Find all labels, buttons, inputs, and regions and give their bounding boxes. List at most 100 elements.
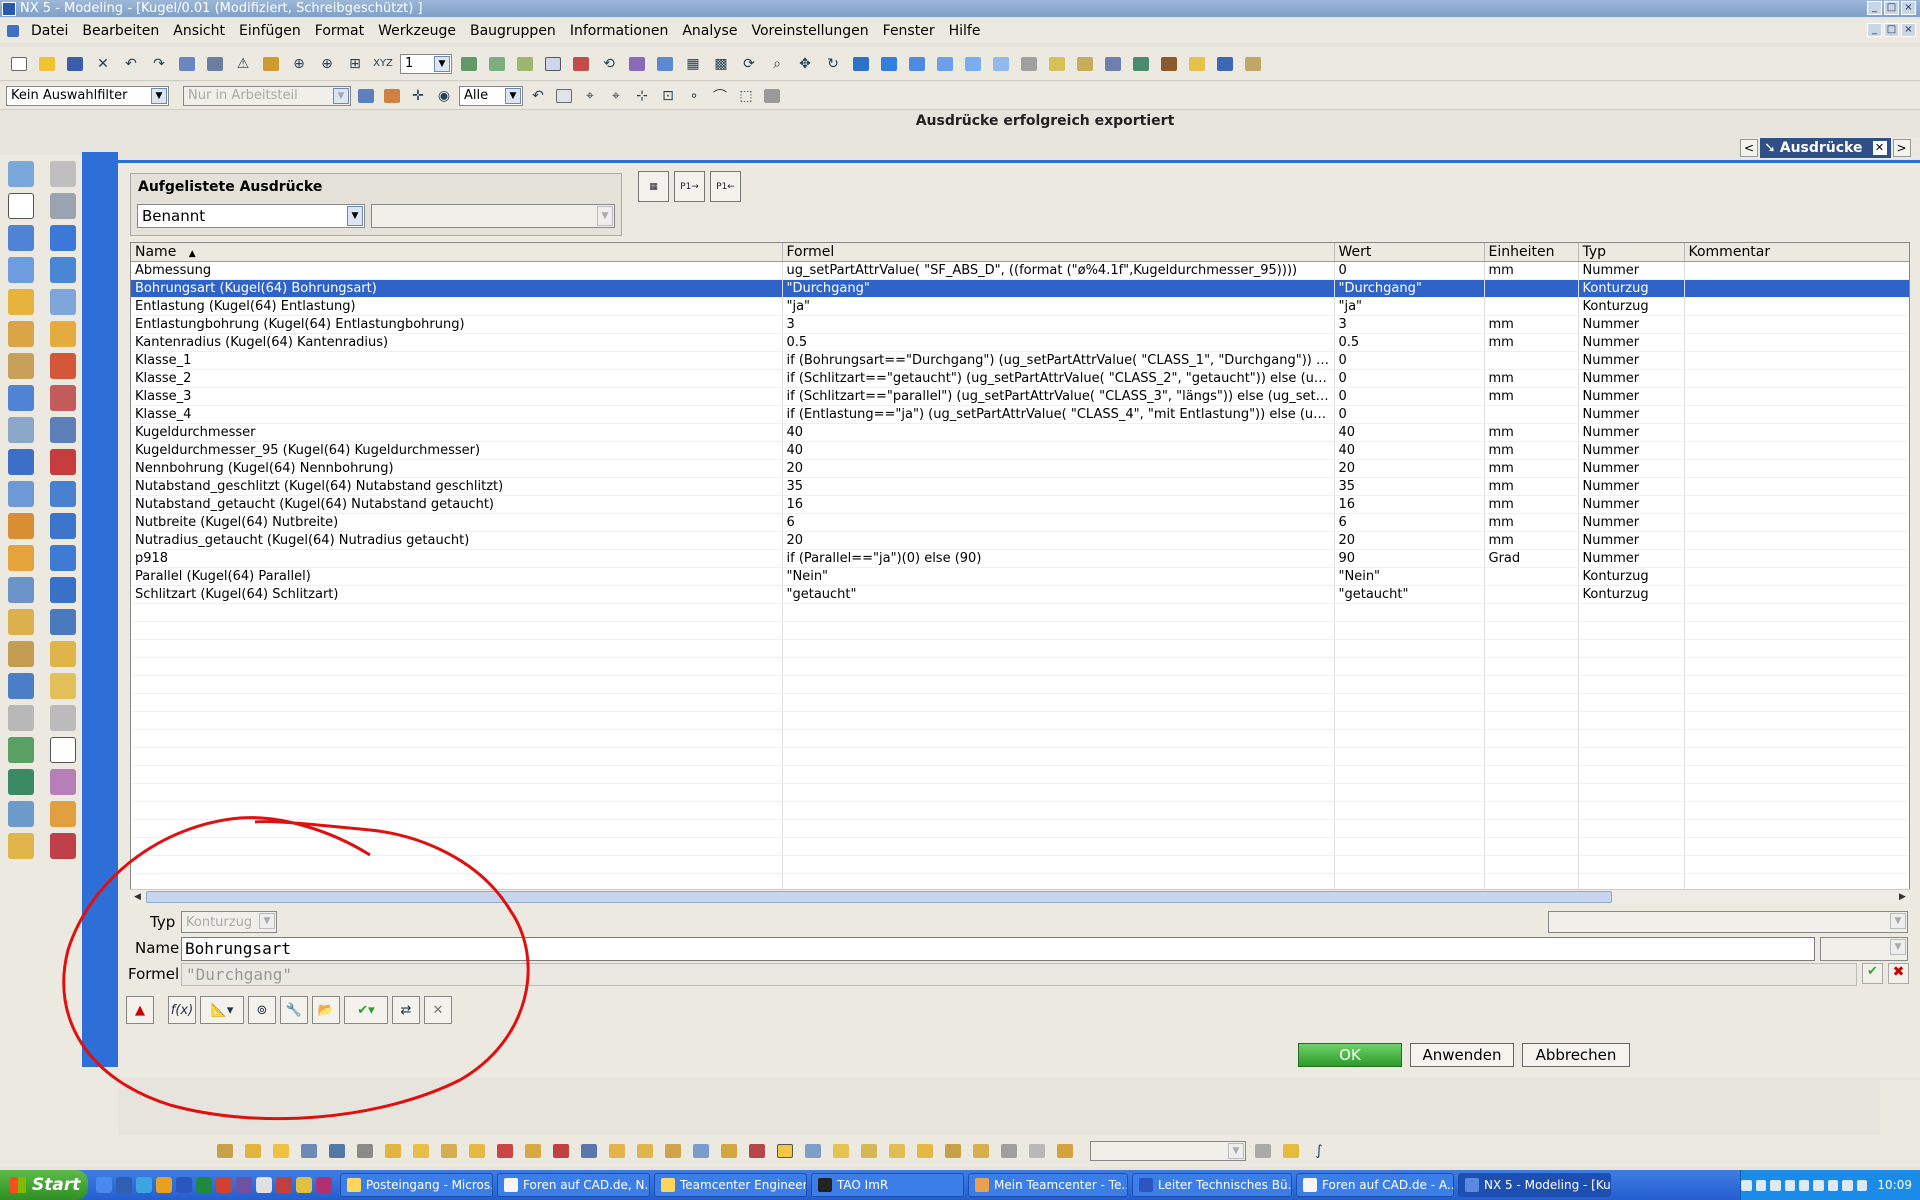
list-filter-select[interactable]: Benannt ▼ bbox=[137, 204, 365, 228]
trim-icon[interactable] bbox=[8, 609, 34, 635]
iso-view-icon[interactable] bbox=[962, 53, 984, 75]
tray-icon-9[interactable] bbox=[1856, 1179, 1868, 1191]
outlook-icon[interactable] bbox=[156, 1177, 172, 1193]
groove-icon[interactable] bbox=[8, 449, 34, 475]
hammer-icon[interactable] bbox=[1158, 53, 1180, 75]
menu-fenster[interactable]: Fenster bbox=[876, 23, 942, 39]
harness-icon[interactable] bbox=[942, 1140, 964, 1162]
scope-filter-select[interactable]: Nur in Arbeitsteil ▼ bbox=[183, 85, 351, 106]
measure-icon[interactable] bbox=[204, 53, 226, 75]
select-icon[interactable] bbox=[542, 53, 564, 75]
weld-icon[interactable] bbox=[1130, 53, 1152, 75]
snap-icon[interactable] bbox=[570, 53, 592, 75]
move-layer-icon[interactable] bbox=[514, 53, 536, 75]
cut-icon[interactable]: ✕ bbox=[92, 53, 114, 75]
shaded-icon[interactable] bbox=[850, 53, 872, 75]
sphere-icon[interactable] bbox=[50, 257, 76, 283]
orient-icon[interactable] bbox=[626, 53, 648, 75]
formula-field[interactable]: "Durchgang" bbox=[181, 963, 1857, 986]
expressions-tab[interactable]: ➘ Ausdrücke ✕ bbox=[1760, 138, 1891, 158]
assembly-load-icon[interactable] bbox=[214, 1140, 236, 1162]
spreadsheet-icon[interactable] bbox=[830, 1140, 852, 1162]
apply-button[interactable]: Anwenden bbox=[1410, 1043, 1514, 1067]
task-foren-cad-2[interactable]: Foren auf CAD.de - A... bbox=[1296, 1173, 1454, 1197]
wrench-icon[interactable]: 🔧 bbox=[280, 996, 308, 1024]
hidden-edges-icon[interactable] bbox=[906, 53, 928, 75]
sew-icon[interactable] bbox=[50, 513, 76, 539]
emboss-icon[interactable] bbox=[50, 609, 76, 635]
app-icon-2[interactable] bbox=[296, 1177, 312, 1193]
menu-informationen[interactable]: Informationen bbox=[563, 23, 676, 39]
explorer-icon[interactable] bbox=[116, 1177, 132, 1193]
extrude-icon[interactable] bbox=[8, 225, 34, 251]
column-name[interactable]: Name ▲ bbox=[131, 243, 783, 262]
mirror-assembly-icon[interactable] bbox=[690, 1140, 712, 1162]
flange-icon[interactable] bbox=[1280, 1140, 1302, 1162]
open-folder-icon[interactable]: 📂 bbox=[312, 996, 340, 1024]
chevron-left-icon[interactable]: < bbox=[1740, 139, 1758, 157]
rib-icon[interactable] bbox=[50, 321, 76, 347]
open-icon[interactable] bbox=[36, 53, 58, 75]
doc-restore-button[interactable]: □ bbox=[1884, 23, 1899, 37]
table-row[interactable]: Entlastungbohrung (Kugel(64) Entlastungb… bbox=[131, 315, 1909, 334]
scrollbar-thumb[interactable] bbox=[146, 891, 1612, 903]
table-row[interactable]: Klasse_4 if (Entlastung=="ja") (ug_setPar… bbox=[131, 405, 1909, 424]
edge-blend-icon[interactable] bbox=[50, 353, 76, 379]
fixture-icon[interactable] bbox=[998, 1140, 1020, 1162]
warning-icon[interactable]: ⚠ bbox=[232, 53, 254, 75]
tray-icon-3[interactable] bbox=[1770, 1179, 1781, 1191]
crosshair-icon[interactable]: ✛ bbox=[407, 85, 429, 107]
roles-icon[interactable] bbox=[1242, 53, 1264, 75]
export-expressions-icon[interactable]: P1← bbox=[710, 171, 741, 202]
ruler-icon[interactable] bbox=[1046, 53, 1068, 75]
show-desktop-icon[interactable] bbox=[96, 1177, 112, 1193]
task-mein-teamcenter[interactable]: Mein Teamcenter - Te... bbox=[968, 1173, 1128, 1197]
horizontal-scrollbar[interactable]: ◀ ▶ bbox=[130, 889, 1910, 904]
fastener-icon[interactable] bbox=[970, 1140, 992, 1162]
column-type[interactable]: Typ bbox=[1578, 243, 1685, 262]
table-row[interactable]: Entlastung (Kugel(64) Entlastung) "ja" "ja… bbox=[131, 297, 1909, 316]
task-foren-cad-1[interactable]: Foren auf CAD.de, N... bbox=[497, 1173, 650, 1197]
render-icon[interactable] bbox=[1018, 53, 1040, 75]
snap-mid-icon[interactable]: ⌖ bbox=[605, 85, 627, 107]
table-row[interactable]: Parallel (Kugel(64) Parallel) "Nein" "Nein… bbox=[131, 567, 1909, 586]
column-formula[interactable]: Formel bbox=[782, 243, 1335, 262]
wrap-icon[interactable] bbox=[50, 641, 76, 667]
task-teamcenter[interactable]: Teamcenter Engineeri... bbox=[654, 1173, 807, 1197]
block-icon[interactable] bbox=[50, 161, 76, 187]
replace-icon[interactable]: ⇄ bbox=[392, 996, 420, 1024]
name-field[interactable]: Bohrungsart bbox=[181, 937, 1815, 961]
powerpoint-icon[interactable] bbox=[216, 1177, 232, 1193]
function-icon[interactable]: f(x) bbox=[168, 996, 196, 1024]
view-cube-icon[interactable] bbox=[934, 53, 956, 75]
snap-end-icon[interactable]: ⌖ bbox=[579, 85, 601, 107]
sequence-icon[interactable] bbox=[438, 1140, 460, 1162]
zoom-icon[interactable]: ⌕ bbox=[766, 53, 788, 75]
tray-icon-7[interactable] bbox=[1827, 1179, 1839, 1191]
zone-icon[interactable] bbox=[746, 1140, 768, 1162]
reposition-icon[interactable] bbox=[354, 1140, 376, 1162]
weld-assembly-icon[interactable] bbox=[886, 1140, 908, 1162]
sketch-icon[interactable] bbox=[8, 161, 34, 187]
list-subfilter-select[interactable]: ▼ bbox=[371, 204, 615, 228]
menu-analyse[interactable]: Analyse bbox=[675, 23, 744, 39]
task-leiter[interactable]: Leiter Technisches Bü... bbox=[1132, 1173, 1292, 1197]
slot-icon[interactable] bbox=[8, 417, 34, 443]
scroll-right-icon[interactable]: ▶ bbox=[1895, 890, 1910, 904]
deform-icon[interactable] bbox=[550, 1140, 572, 1162]
column-comment[interactable]: Kommentar bbox=[1684, 243, 1909, 262]
point-icon[interactable]: ⊕ bbox=[316, 53, 338, 75]
nx-icon[interactable] bbox=[50, 449, 76, 475]
tray-icon-4[interactable] bbox=[1784, 1179, 1795, 1191]
menu-ansicht[interactable]: Ansicht bbox=[166, 23, 232, 39]
body-icon[interactable] bbox=[50, 481, 76, 507]
box-icon[interactable] bbox=[761, 85, 783, 107]
tray-icon-5[interactable] bbox=[1798, 1179, 1810, 1191]
variant-icon[interactable] bbox=[606, 1140, 628, 1162]
link-icon[interactable]: ⊚ bbox=[248, 996, 276, 1024]
maximize-button[interactable]: □ bbox=[1884, 1, 1899, 15]
grid-display-icon[interactable]: ▦ bbox=[682, 53, 704, 75]
snap-existing-icon[interactable]: ∘ bbox=[683, 85, 705, 107]
rectangle-select-icon[interactable]: ⬚ bbox=[735, 85, 757, 107]
curve-icon[interactable]: ∫ bbox=[1308, 1140, 1330, 1162]
